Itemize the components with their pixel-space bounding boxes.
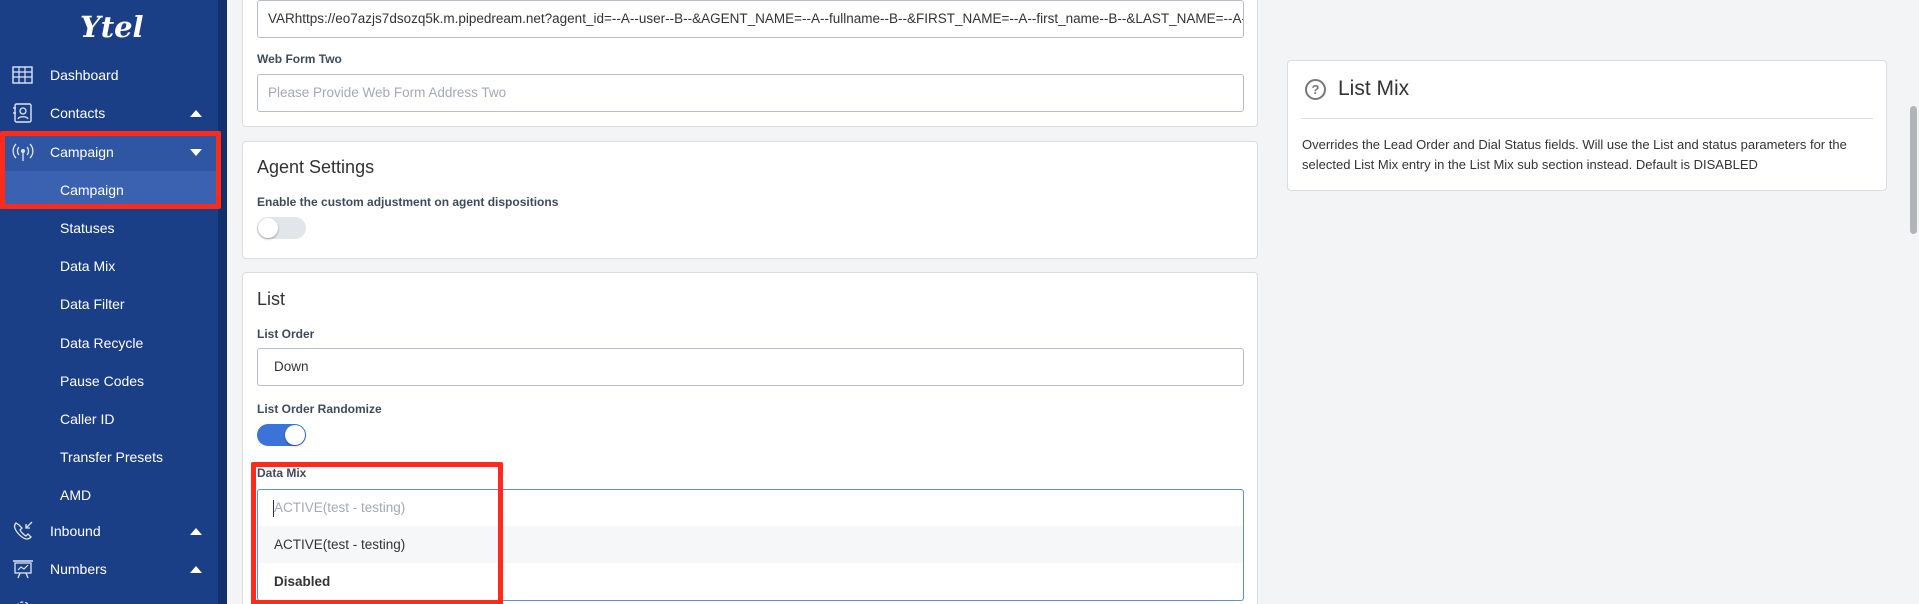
sidebar-subitem-data-mix[interactable]: Data Mix: [0, 247, 218, 285]
sidebar-subitem-data-filter[interactable]: Data Filter: [0, 285, 218, 323]
question-circle-icon: ?: [1305, 79, 1326, 100]
agent-settings-title: Agent Settings: [257, 157, 375, 177]
data-mix-highlight-box: [251, 462, 503, 604]
page-scrollbar[interactable]: [1908, 0, 1919, 604]
list-order-randomize-toggle[interactable]: [257, 424, 306, 446]
web-form-one-input[interactable]: VARhttps://eo7azjs7dsozq5k.m.pipedream.n…: [257, 0, 1244, 38]
sidebar-subitem-pause-codes[interactable]: Pause Codes: [0, 362, 218, 400]
sidebar-subitem-label: AMD: [60, 487, 92, 503]
sidebar-subitem-label: Data Recycle: [60, 335, 144, 351]
custom-adjust-label: Enable the custom adjustment on agent di…: [257, 195, 559, 209]
web-form-two-label: Web Form Two: [257, 52, 342, 66]
list-order-label: List Order: [257, 327, 315, 341]
help-card: ? List Mix Overrides the Lead Order and …: [1287, 60, 1887, 191]
numbers-icon: [12, 559, 34, 579]
sidebar-item-settings[interactable]: Settings: [0, 590, 218, 604]
list-order-randomize-label: List Order Randomize: [257, 402, 382, 416]
settings-icon: [12, 599, 34, 604]
sidebar-subitem-statuses[interactable]: Statuses: [0, 209, 218, 247]
sidebar-item-inbound[interactable]: Inbound: [0, 512, 218, 550]
sidebar-subitem-caller-id[interactable]: Caller ID: [0, 400, 218, 438]
contacts-icon: [12, 103, 34, 123]
list-order-select[interactable]: Down: [257, 348, 1244, 386]
chevron-up-icon: [190, 566, 202, 573]
sidebar: Ytel Dashboard Contacts Campaign Campaig…: [0, 0, 218, 604]
toggle-knob: [258, 218, 278, 238]
phone-icon: [12, 521, 34, 541]
help-title: List Mix: [1338, 77, 1410, 100]
help-text: Overrides the Lead Order and Dial Status…: [1302, 137, 1847, 172]
sidebar-subitem-label: Data Filter: [60, 296, 125, 312]
web-form-two-input[interactable]: Please Provide Web Form Address Two: [257, 74, 1244, 112]
chevron-up-icon: [190, 110, 202, 117]
sidebar-item-label: Settings: [50, 590, 101, 604]
sidebar-edge: [218, 0, 227, 604]
app-root: Ytel Dashboard Contacts Campaign Campaig…: [0, 0, 1919, 604]
dashboard-icon: [12, 65, 34, 85]
sidebar-subitem-data-recycle[interactable]: Data Recycle: [0, 324, 218, 362]
sidebar-item-contacts[interactable]: Contacts: [0, 94, 218, 132]
custom-adjust-toggle[interactable]: [257, 217, 306, 239]
sidebar-subitem-label: Caller ID: [60, 411, 115, 427]
sidebar-subitem-label: Statuses: [60, 220, 115, 236]
sidebar-item-label: Contacts: [50, 105, 106, 121]
sidebar-subitem-label: Data Mix: [60, 258, 116, 274]
sidebar-item-label: Numbers: [50, 561, 107, 577]
sidebar-item-label: Inbound: [50, 523, 101, 539]
sidebar-subitem-label: Transfer Presets: [60, 449, 163, 465]
help-divider: [1301, 118, 1873, 119]
scrollbar-thumb[interactable]: [1910, 106, 1917, 234]
sidebar-subitem-amd[interactable]: AMD: [0, 476, 218, 514]
toggle-knob: [285, 425, 305, 445]
sidebar-subitem-label: Pause Codes: [60, 373, 145, 389]
chevron-up-icon: [190, 528, 202, 535]
sidebar-subitem-transfer-presets[interactable]: Transfer Presets: [0, 438, 218, 476]
sidebar-item-label: Dashboard: [50, 67, 119, 83]
campaign-highlight-box: [0, 131, 221, 209]
list-title: List: [257, 289, 286, 309]
sidebar-item-dashboard[interactable]: Dashboard: [0, 56, 218, 94]
sidebar-item-numbers[interactable]: Numbers: [0, 550, 218, 588]
ytel-logo[interactable]: Ytel: [80, 8, 144, 46]
